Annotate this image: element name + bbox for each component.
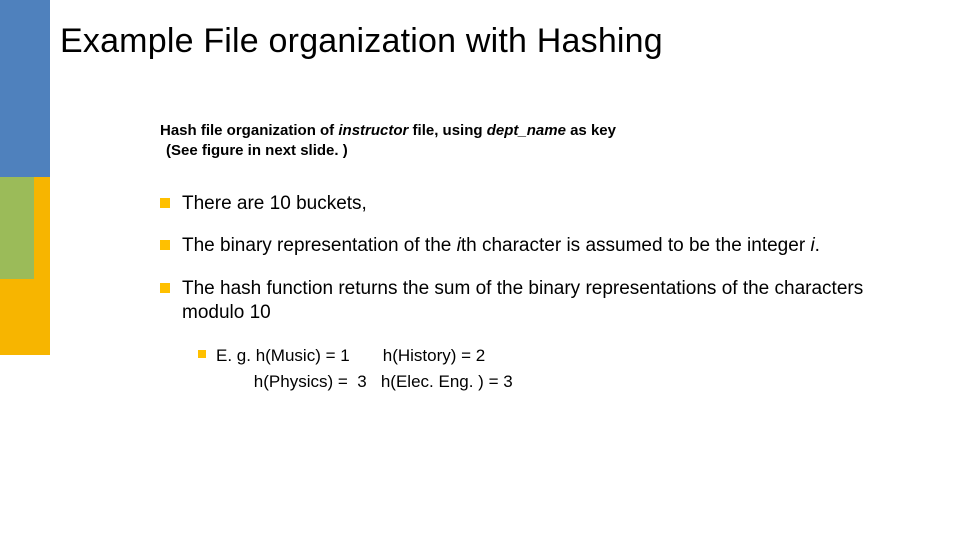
intro-emph-deptname: dept_name — [487, 122, 566, 139]
intro-text: Hash file organization of — [160, 122, 338, 139]
bullet-text-part: The binary representation of the — [182, 235, 457, 256]
bullet-item: There are 10 buckets, — [160, 192, 870, 216]
intro-emph-instructor: instructor — [338, 122, 408, 139]
intro-line2: (See figure in next slide. ) — [160, 142, 348, 159]
bullet-text: The hash function returns the sum of the… — [182, 277, 870, 326]
intro-text: as key — [566, 122, 616, 139]
slide: Example File organization with Hashing H… — [0, 0, 960, 540]
example-lines: E. g. h(Music) = 1 h(History) = 2 h(Phys… — [216, 343, 870, 394]
bullet-marker-icon — [160, 240, 170, 250]
example-row: E. g. h(Music) = 1 h(History) = 2 — [216, 346, 485, 365]
example-text: h(Music) = 1 h(History) = 2 — [251, 346, 485, 365]
example-item: E. g. h(Music) = 1 h(History) = 2 h(Phys… — [198, 343, 870, 394]
example-block: E. g. h(Music) = 1 h(History) = 2 h(Phys… — [198, 343, 870, 394]
accent-band-green — [0, 177, 34, 279]
bullet-text: There are 10 buckets, — [182, 192, 870, 216]
bullet-marker-icon — [160, 198, 170, 208]
intro-paragraph: Hash file organization of instructor fil… — [160, 121, 616, 162]
bullet-marker-icon — [160, 283, 170, 293]
bullet-item: The binary representation of the ith cha… — [160, 234, 870, 258]
slide-title: Example File organization with Hashing — [60, 22, 663, 61]
bullet-text-part: th character is assumed to be the intege… — [461, 235, 811, 256]
intro-text: file, using — [408, 122, 486, 139]
bullet-item: The hash function returns the sum of the… — [160, 277, 870, 326]
intro-line1: Hash file organization of instructor fil… — [160, 122, 616, 139]
accent-band-gold — [0, 279, 50, 355]
bullet-marker-icon — [198, 350, 206, 358]
bullet-list: There are 10 buckets, The binary represe… — [160, 192, 870, 394]
example-row: h(Physics) = 3 h(Elec. Eng. ) = 3 — [216, 372, 513, 391]
bullet-text-part: . — [815, 235, 820, 256]
example-label: E. g. — [216, 346, 251, 365]
bullet-text: The binary representation of the ith cha… — [182, 234, 870, 258]
accent-band-blue — [0, 0, 50, 177]
